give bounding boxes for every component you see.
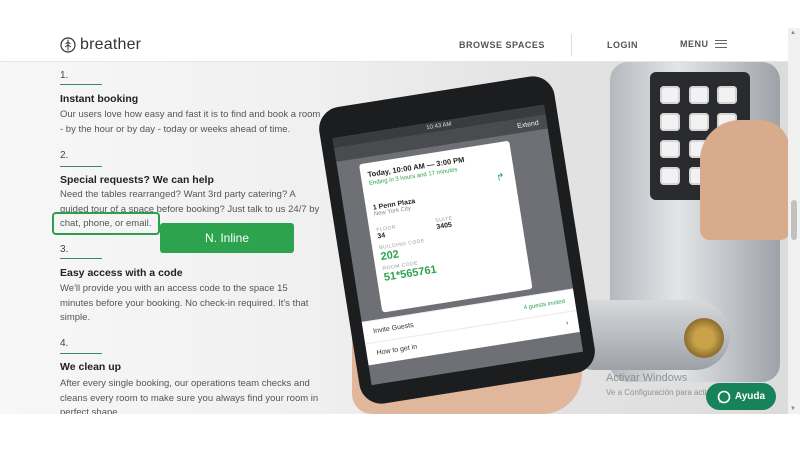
- chat-bubble-icon: [717, 390, 731, 403]
- keypad-key: [688, 113, 709, 131]
- breather-logo-icon: [60, 37, 76, 53]
- keypad-key: [660, 86, 680, 104]
- nav-divider: [571, 34, 572, 56]
- phone-screen: 10:43 AM Extend Today, 10:00 AM — 3:00 P…: [332, 104, 584, 386]
- lock-cylinder-image: [684, 318, 724, 358]
- step-3-title: Easy access with a code: [60, 267, 183, 279]
- floor-value: 34: [376, 232, 386, 241]
- browser-top-strip: [0, 0, 800, 28]
- login-link[interactable]: LOGIN: [607, 40, 638, 50]
- guests-invited-count: 4 guests invited: [523, 298, 566, 311]
- inline-annotation-label: N. Inline: [160, 223, 294, 253]
- logo[interactable]: breather: [60, 36, 141, 54]
- suite-value: 3405: [435, 221, 453, 232]
- step-2-title: Special requests? We can help: [60, 174, 214, 186]
- step-1-rule: [60, 84, 102, 85]
- step-4-rule: [60, 353, 102, 354]
- step-1-title: Instant booking: [60, 93, 139, 105]
- step-1-body: Our users love how easy and fast it is t…: [60, 109, 321, 135]
- help-button[interactable]: Ayuda: [706, 383, 776, 410]
- browse-spaces-link[interactable]: BROWSE SPACES: [459, 40, 545, 50]
- scroll-up-icon[interactable]: ▲: [790, 30, 796, 36]
- phone-mockup: 10:43 AM Extend Today, 10:00 AM — 3:00 P…: [315, 73, 599, 407]
- site-header: breather BROWSE SPACES LOGIN MENU: [0, 28, 788, 62]
- keypad-key: [717, 86, 738, 104]
- menu-label: MENU: [680, 39, 709, 49]
- page-bottom-area: [0, 414, 800, 450]
- step-1-number: 1.: [60, 70, 69, 81]
- step-4-number: 4.: [60, 338, 69, 349]
- step-2-rule: [60, 166, 102, 167]
- scroll-thumb[interactable]: [791, 200, 797, 240]
- keypad-key: [660, 167, 680, 185]
- logo-text: breather: [80, 36, 142, 53]
- step-4-title: We clean up: [60, 361, 122, 373]
- inline-highlight-box: [52, 212, 160, 235]
- windows-activation-title: Activar Windows: [606, 372, 688, 384]
- step-3-rule: [60, 258, 102, 259]
- keypad-key: [660, 140, 680, 158]
- directions-icon: ↱: [495, 171, 506, 184]
- keypad-key: [660, 113, 680, 131]
- page-scrollbar[interactable]: ▲ ▼: [788, 28, 800, 414]
- how-to-get-in-label: How to get in: [376, 343, 418, 357]
- step-3-body: We'll provide you with an access code to…: [60, 283, 309, 323]
- step-3-number: 3.: [60, 244, 69, 255]
- step-2-number: 2.: [60, 150, 69, 161]
- finger-image: [700, 120, 790, 240]
- menu-button[interactable]: MENU: [680, 39, 727, 49]
- step-4-body: After every single booking, our operatio…: [60, 378, 319, 414]
- hamburger-icon: [714, 40, 727, 48]
- scroll-down-icon[interactable]: ▼: [790, 406, 796, 412]
- invite-guests-label: Invite Guests: [372, 321, 415, 336]
- booking-card: Today, 10:00 AM — 3:00 PM Ending in 3 ho…: [358, 140, 533, 313]
- keypad-key: [688, 86, 709, 104]
- extend-link: Extend: [516, 119, 540, 130]
- chevron-right-icon: ›: [565, 319, 569, 327]
- help-label: Ayuda: [734, 391, 766, 402]
